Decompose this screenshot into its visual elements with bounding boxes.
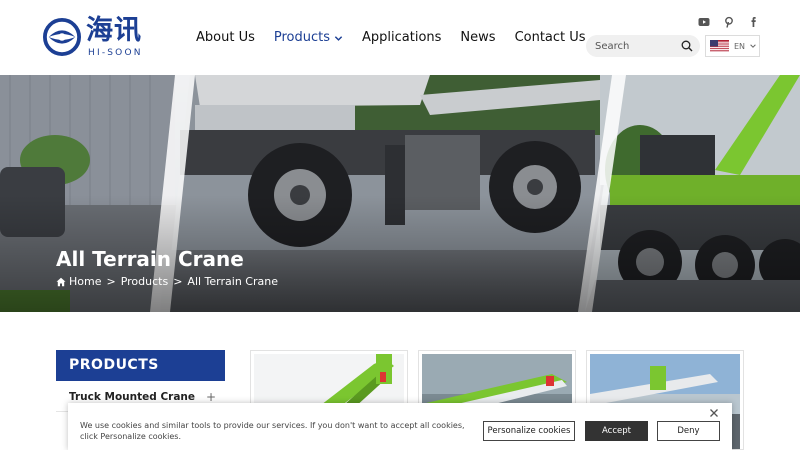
cookie-consent-banner: We use cookies and similar tools to prov…: [68, 403, 732, 450]
nav-applications[interactable]: Applications: [362, 29, 441, 47]
sidebar-item-label: Truck Mounted Crane: [69, 391, 196, 403]
nav-applications-label: Applications: [362, 30, 442, 45]
youtube-icon[interactable]: [698, 16, 710, 28]
pinterest-icon[interactable]: [723, 16, 735, 28]
breadcrumb-separator: >: [106, 275, 116, 288]
personalize-cookies-button[interactable]: Personalize cookies: [483, 421, 575, 441]
chevron-down-icon: [750, 44, 756, 48]
main-nav: About Us Products Applications News Cont…: [196, 29, 605, 47]
chevron-down-icon: [334, 35, 343, 41]
language-code: EN: [734, 41, 746, 51]
deny-cookies-button[interactable]: Deny: [657, 421, 720, 441]
nav-contact-us[interactable]: Contact Us: [515, 29, 586, 47]
nav-about-us[interactable]: About Us: [196, 29, 255, 47]
breadcrumb: Home > Products > All Terrain Crane: [56, 275, 278, 289]
close-icon[interactable]: [708, 407, 720, 419]
sidebar-heading: PRODUCTS: [56, 350, 225, 381]
cookie-message: We use cookies and similar tools to prov…: [80, 421, 465, 441]
search-box: [586, 35, 700, 57]
logo-text-cn: 海讯: [86, 15, 142, 46]
breadcrumb-current: All Terrain Crane: [187, 275, 278, 288]
logo-text-en: HI-SOON: [88, 48, 143, 58]
search-icon[interactable]: [681, 40, 693, 52]
us-flag-icon: [710, 40, 729, 52]
nav-about-us-label: About Us: [196, 30, 255, 45]
breadcrumb-separator: >: [173, 275, 183, 288]
nav-products-label: Products: [273, 30, 330, 45]
social-links: [698, 16, 773, 28]
search-input[interactable]: [595, 38, 675, 54]
logo[interactable]: 海讯 HI-SOON: [43, 16, 153, 60]
nav-news[interactable]: News: [460, 29, 495, 47]
home-icon: [56, 277, 66, 287]
site-header: 海讯 HI-SOON About Us Products Application…: [0, 0, 800, 75]
facebook-icon[interactable]: [748, 16, 760, 28]
breadcrumb-products[interactable]: Products: [121, 275, 169, 289]
nav-contact-us-label: Contact Us: [514, 30, 586, 45]
nav-products[interactable]: Products: [274, 29, 343, 47]
logo-mark-icon: [43, 18, 81, 56]
nav-news-label: News: [460, 30, 496, 45]
breadcrumb-home[interactable]: Home: [69, 275, 101, 289]
accept-cookies-button[interactable]: Accept: [585, 421, 648, 441]
page-title: All Terrain Crane: [56, 247, 244, 271]
language-selector[interactable]: EN: [705, 35, 760, 57]
